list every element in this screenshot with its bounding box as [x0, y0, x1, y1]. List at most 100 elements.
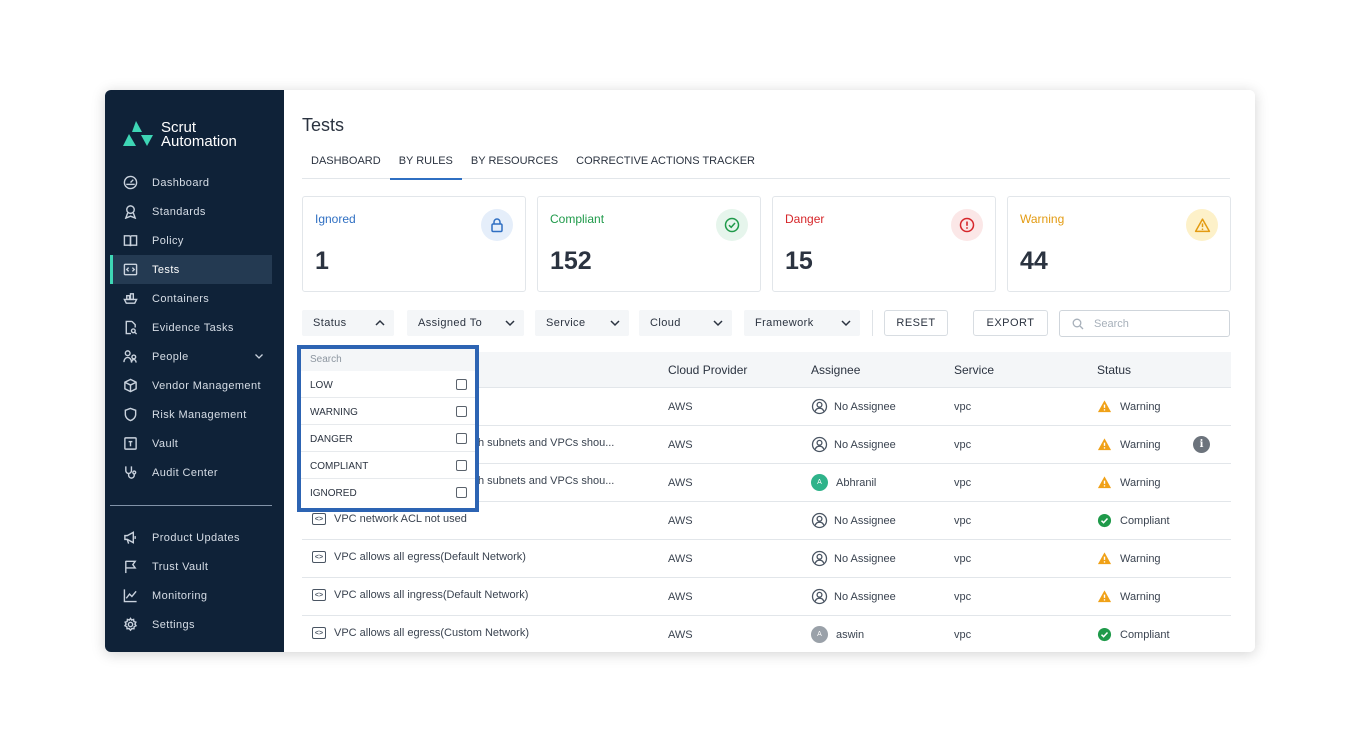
dropdown-option-warning[interactable]: WARNING: [301, 398, 475, 425]
sidebar-item-monitoring[interactable]: Monitoring: [110, 581, 272, 610]
user-circle-icon: [811, 512, 828, 529]
sidebar-item-vault[interactable]: Vault: [110, 429, 272, 458]
option-label: WARNING: [310, 407, 358, 418]
sidebar-item-label: Policy: [152, 234, 184, 247]
cloud-cell: AWS: [668, 629, 693, 641]
option-checkbox[interactable]: [456, 487, 467, 498]
sidebar-item-settings[interactable]: Settings: [110, 610, 272, 639]
status-cell: Warning: [1097, 437, 1161, 452]
table-row[interactable]: <> VPC allows all ingress(Default Networ…: [302, 578, 1231, 616]
export-button[interactable]: EXPORT: [973, 310, 1048, 336]
search-input[interactable]: Search: [1059, 310, 1230, 337]
test-name[interactable]: <> VPC allows all ingress(Default Networ…: [312, 589, 528, 601]
check-circle-icon: [716, 209, 748, 241]
card-compliant[interactable]: Compliant 152: [537, 196, 761, 292]
sidebar-item-people[interactable]: People: [110, 342, 272, 371]
brand-logo[interactable]: Scrut Automation: [121, 118, 237, 152]
test-name[interactable]: h subnets and VPCs shou...: [478, 437, 614, 449]
assignee-name: No Assignee: [834, 438, 896, 451]
card-warning[interactable]: Warning 44: [1007, 196, 1231, 292]
dropdown-search-input[interactable]: Search: [301, 349, 475, 371]
sidebar-item-risk-management[interactable]: Risk Management: [110, 400, 272, 429]
dropdown-option-low[interactable]: LOW: [301, 371, 475, 398]
assignee-cell[interactable]: A Abhranil: [811, 474, 876, 491]
assignee-cell[interactable]: No Assignee: [811, 588, 896, 605]
avatar: A: [811, 474, 828, 491]
status-text: Compliant: [1120, 514, 1170, 527]
assignee-name: No Assignee: [834, 400, 896, 413]
lock-icon: [481, 209, 513, 241]
header-cloud-provider[interactable]: Cloud Provider: [668, 363, 747, 377]
chevron-down-icon[interactable]: [254, 351, 264, 361]
option-checkbox[interactable]: [456, 406, 467, 417]
user-circle-icon: [811, 398, 828, 415]
header-service[interactable]: Service: [954, 363, 994, 377]
tab-by-rules[interactable]: BY RULES: [389, 148, 463, 180]
vault-icon: [122, 436, 138, 452]
check-circle-icon: [1097, 513, 1112, 528]
sidebar-item-product-updates[interactable]: Product Updates: [110, 523, 272, 552]
tab-by-resources[interactable]: BY RESOURCES: [462, 148, 567, 179]
assignee-cell[interactable]: No Assignee: [811, 550, 896, 567]
search-icon: [1072, 318, 1084, 329]
test-name[interactable]: <> VPC allows all egress(Custom Network): [312, 627, 529, 639]
info-icon[interactable]: i: [1193, 436, 1210, 453]
warning-triangle-icon: [1097, 400, 1112, 413]
assignee-cell[interactable]: A aswin: [811, 626, 864, 643]
chevron-up-icon: [375, 319, 385, 326]
header-status[interactable]: Status: [1097, 363, 1131, 377]
dropdown-option-ignored[interactable]: IGNORED: [301, 479, 475, 506]
assigned-to-filter[interactable]: Assigned To: [407, 310, 524, 336]
option-checkbox[interactable]: [456, 379, 467, 390]
test-name[interactable]: <> VPC allows all egress(Default Network…: [312, 551, 526, 563]
sidebar-item-evidence-tasks[interactable]: Evidence Tasks: [110, 313, 272, 342]
assignee-cell[interactable]: No Assignee: [811, 436, 896, 453]
sidebar-item-tests[interactable]: Tests: [110, 255, 272, 284]
sidebar-item-trust-vault[interactable]: Trust Vault: [110, 552, 272, 581]
reset-button[interactable]: RESET: [884, 310, 948, 336]
dropdown-option-compliant[interactable]: COMPLIANT: [301, 452, 475, 479]
sidebar-item-vendor-management[interactable]: Vendor Management: [110, 371, 272, 400]
award-icon: [122, 204, 138, 220]
chevron-down-icon: [505, 320, 515, 327]
chevron-down-icon: [713, 320, 723, 327]
service-cell: vpc: [954, 477, 972, 489]
brand-line2: Automation: [161, 133, 237, 150]
sidebar-item-standards[interactable]: Standards: [110, 197, 272, 226]
stethoscope-icon: [122, 465, 138, 481]
tab-dashboard[interactable]: DASHBOARD: [302, 148, 390, 179]
chevron-down-icon: [610, 320, 620, 327]
service-cell: vpc: [954, 553, 972, 565]
cloud-cell: AWS: [668, 553, 693, 565]
box-icon: [122, 378, 138, 394]
header-assignee[interactable]: Assignee: [811, 363, 860, 377]
option-checkbox[interactable]: [456, 433, 467, 444]
warning-triangle-icon: [1097, 438, 1112, 451]
sidebar-item-label: Audit Center: [152, 466, 218, 479]
table-row[interactable]: <> VPC allows all egress(Custom Network)…: [302, 616, 1231, 652]
table-row[interactable]: <> VPC allows all egress(Default Network…: [302, 540, 1231, 578]
main-content: Tests DASHBOARD BY RULES BY RESOURCES CO…: [284, 90, 1255, 652]
assignee-cell[interactable]: No Assignee: [811, 398, 896, 415]
option-checkbox[interactable]: [456, 460, 467, 471]
test-name-text: h subnets and VPCs shou...: [478, 437, 615, 449]
tab-corrective-actions-tracker[interactable]: CORRECTIVE ACTIONS TRACKER: [567, 148, 764, 179]
service-filter[interactable]: Service: [535, 310, 629, 336]
sidebar-item-dashboard[interactable]: Dashboard: [110, 168, 272, 197]
file-search-icon: [122, 320, 138, 336]
sidebar-item-containers[interactable]: Containers: [110, 284, 272, 313]
test-name[interactable]: h subnets and VPCs shou...: [478, 475, 614, 487]
assignee-cell[interactable]: No Assignee: [811, 512, 896, 529]
dropdown-option-danger[interactable]: DANGER: [301, 425, 475, 452]
sidebar-item-policy[interactable]: Policy: [110, 226, 272, 255]
framework-filter[interactable]: Framework: [744, 310, 860, 336]
card-danger[interactable]: Danger 15: [772, 196, 996, 292]
sidebar-nav: Dashboard Standards Policy Tests Contain…: [110, 168, 272, 487]
cloud-filter[interactable]: Cloud: [639, 310, 732, 336]
status-filter[interactable]: Status: [302, 310, 394, 336]
cloud-filter-label: Cloud: [650, 317, 681, 329]
option-label: IGNORED: [310, 488, 357, 499]
test-name[interactable]: <> VPC network ACL not used: [312, 513, 467, 525]
card-ignored[interactable]: Ignored 1: [302, 196, 526, 292]
sidebar-item-audit-center[interactable]: Audit Center: [110, 458, 272, 487]
